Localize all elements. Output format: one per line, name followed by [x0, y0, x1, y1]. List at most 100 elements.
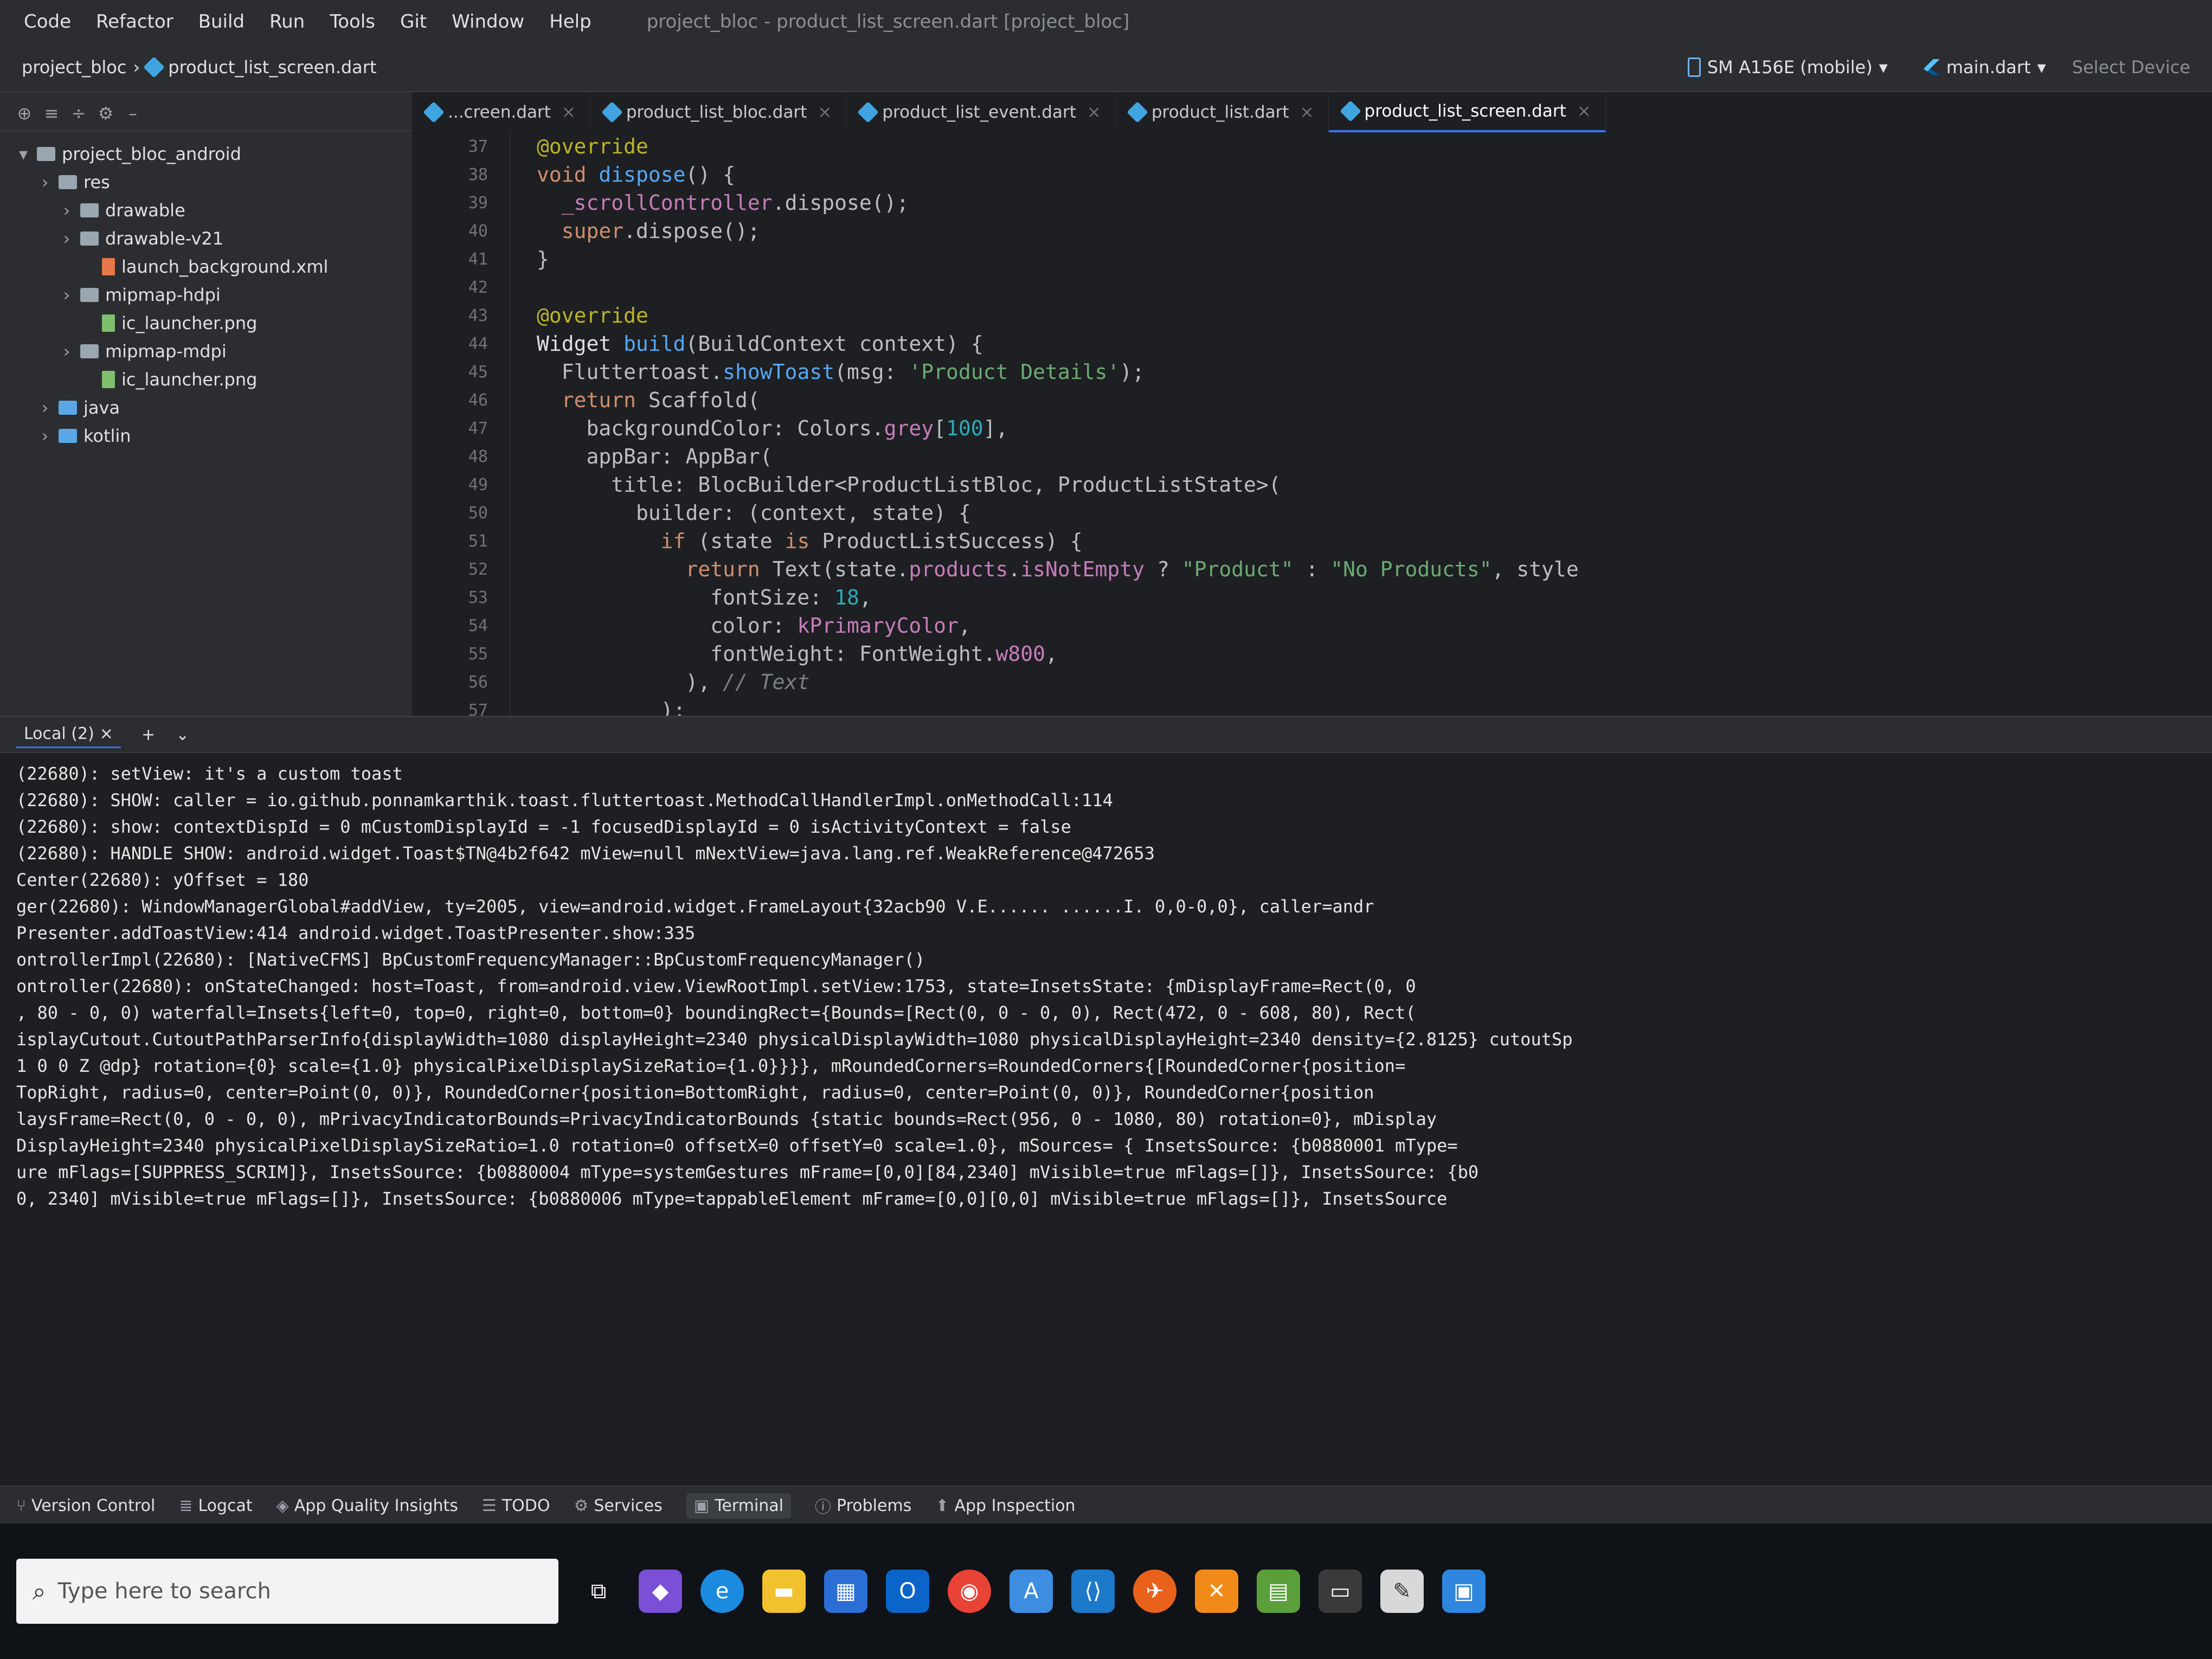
- breadcrumb-file[interactable]: product_list_screen.dart: [168, 57, 376, 78]
- select-device-button[interactable]: Select Device: [2072, 57, 2190, 78]
- tool-window-app-quality-insights[interactable]: ◈ App Quality Insights: [276, 1496, 458, 1515]
- tree-root[interactable]: ▾ project_bloc_android: [0, 140, 412, 168]
- postman-icon[interactable]: ✈: [1133, 1570, 1176, 1613]
- task-view-icon[interactable]: ⧉: [577, 1570, 620, 1613]
- code-token: w800: [995, 642, 1045, 666]
- code-token: "No Products": [1330, 557, 1492, 581]
- close-icon[interactable]: ×: [1087, 102, 1101, 122]
- device-selector[interactable]: SM A156E (mobile) ▾: [1678, 53, 1898, 82]
- terminal-output[interactable]: (22680): setView: it's a custom toast (22…: [0, 753, 2212, 1220]
- close-icon[interactable]: ×: [1577, 101, 1591, 121]
- terminal-line: Presenter.addToastView:414 android.widge…: [16, 923, 696, 943]
- chrome-icon[interactable]: ◉: [948, 1570, 991, 1613]
- close-icon[interactable]: ×: [1300, 102, 1314, 122]
- folder-icon: [59, 429, 77, 443]
- store-icon[interactable]: ▦: [824, 1570, 867, 1613]
- tool-window-problems[interactable]: ⓘ Problems: [815, 1494, 911, 1517]
- tree-item[interactable]: › mipmap-mdpi: [0, 337, 412, 365]
- paint-icon[interactable]: ✎: [1380, 1570, 1424, 1613]
- file-explorer-icon[interactable]: ▬: [762, 1570, 806, 1613]
- dart-file-icon: [601, 101, 623, 123]
- menu-tools[interactable]: Tools: [327, 8, 377, 36]
- expand-all-icon[interactable]: ÷: [70, 103, 87, 124]
- xampp-icon[interactable]: ✕: [1195, 1570, 1238, 1613]
- close-icon[interactable]: ×: [100, 724, 113, 743]
- run-config-selector[interactable]: main.dart ▾: [1914, 53, 2056, 82]
- tool-window-terminal[interactable]: ▣ Terminal: [686, 1493, 792, 1519]
- target-icon[interactable]: ⊕: [16, 103, 33, 124]
- problems-icon: ⓘ: [815, 1498, 832, 1517]
- tool-window-label: Terminal: [715, 1496, 784, 1515]
- tree-item[interactable]: launch_background.xml: [0, 253, 412, 281]
- code-token: 'Product Details': [909, 360, 1120, 384]
- image-file-icon: [102, 314, 115, 332]
- terminal-tab-local[interactable]: Local (2) ×: [16, 721, 121, 748]
- tree-item-label: drawable: [105, 200, 185, 221]
- tool-window-label: Problems: [837, 1496, 912, 1515]
- taskbar-search[interactable]: ⌕ Type here to search: [16, 1559, 558, 1624]
- collapse-all-icon[interactable]: ≡: [43, 103, 60, 124]
- copilot-icon[interactable]: ◆: [639, 1570, 682, 1613]
- code-editor[interactable]: 37 38 39 40 41 42 43 44 45 46 47 48 49 50 51 52 53 54 55 56…: [412, 132, 2212, 750]
- android-studio-icon[interactable]: A: [1009, 1570, 1053, 1613]
- gear-icon[interactable]: ⚙: [98, 103, 114, 124]
- tool-window-app-inspection[interactable]: ⬆ App Inspection: [935, 1496, 1075, 1515]
- vscode-icon[interactable]: ⟨⟩: [1071, 1570, 1115, 1613]
- code-line: appBar: AppBar(: [537, 442, 2212, 471]
- edge-icon[interactable]: e: [700, 1570, 744, 1613]
- code-token: backgroundColor: Colors.: [537, 416, 884, 440]
- windows-taskbar: ⌕ Type here to search ⧉ ◆ e ▬ ▦ O ◉ A ⟨⟩…: [0, 1523, 2212, 1659]
- close-icon[interactable]: ×: [818, 102, 832, 122]
- tree-item[interactable]: › drawable-v21: [0, 224, 412, 253]
- menu-help[interactable]: Help: [547, 8, 594, 36]
- folder-icon: [59, 401, 77, 415]
- tool-window-todo[interactable]: ☰ TODO: [482, 1496, 550, 1515]
- new-terminal-button[interactable]: +: [134, 722, 163, 748]
- notepad-icon[interactable]: ▤: [1257, 1570, 1300, 1613]
- editor-tab[interactable]: product_list.dart ×: [1116, 92, 1329, 132]
- folder-icon: [80, 288, 99, 302]
- code-token: return: [537, 388, 648, 412]
- menu-git[interactable]: Git: [398, 8, 429, 36]
- tree-item[interactable]: › mipmap-hdpi: [0, 281, 412, 309]
- code-token: if: [537, 529, 698, 553]
- code-token: void: [537, 163, 599, 187]
- tree-item[interactable]: › res: [0, 168, 412, 196]
- terminal-line: 1 0 0 Z @dp} rotation={0} scale={1.0} ph…: [16, 1056, 1406, 1076]
- tool-window-version-control[interactable]: ⑂ Version Control: [16, 1496, 155, 1515]
- menu-run[interactable]: Run: [267, 8, 307, 36]
- minimize-icon[interactable]: –: [125, 103, 141, 124]
- menu-build[interactable]: Build: [196, 8, 247, 36]
- menu-code[interactable]: Code: [22, 8, 73, 36]
- tree-item[interactable]: ic_launcher.png: [0, 309, 412, 337]
- editor-tab-bar: ...creen.dart × product_list_bloc.dart × pro…: [412, 92, 2212, 133]
- breadcrumb-project[interactable]: project_bloc: [22, 57, 126, 78]
- menu-window[interactable]: Window: [449, 8, 526, 36]
- editor-tab[interactable]: product_list_event.dart ×: [846, 92, 1116, 132]
- chevron-down-icon[interactable]: ⌄: [176, 725, 189, 744]
- tool-window-logcat[interactable]: ≣ Logcat: [179, 1496, 252, 1515]
- tree-item[interactable]: ic_launcher.png: [0, 365, 412, 394]
- menu-bar: Code Refactor Build Run Tools Git Window Help pr…: [0, 0, 2212, 43]
- editor-tab[interactable]: product_list_bloc.dart ×: [590, 92, 847, 132]
- terminal-line: (22680): SHOW: caller = io.github.ponnam…: [16, 790, 1113, 811]
- app-icon[interactable]: ▣: [1442, 1570, 1486, 1613]
- code-token: ProductListSuccess) {: [822, 529, 1083, 553]
- chevron-right-icon: ›: [63, 200, 70, 221]
- breadcrumb[interactable]: project_bloc › product_list_screen.dart: [22, 56, 376, 78]
- editor-tab[interactable]: ...creen.dart ×: [412, 92, 590, 132]
- close-icon[interactable]: ×: [562, 102, 576, 122]
- terminal-app-icon[interactable]: ▭: [1319, 1570, 1362, 1613]
- editor-tab[interactable]: product_list_screen.dart ×: [1328, 92, 1606, 132]
- chevron-down-icon: ▾: [18, 144, 28, 164]
- outlook-icon[interactable]: O: [886, 1570, 929, 1613]
- code-area[interactable]: @override void dispose() { _scrollControl…: [537, 132, 2212, 753]
- line-number-gutter: 37 38 39 40 41 42 43 44 45 46 47 48 49 50 51 52 53 54 55 56…: [412, 132, 511, 748]
- menu-refactor[interactable]: Refactor: [94, 8, 176, 36]
- tree-item[interactable]: › kotlin: [0, 422, 412, 450]
- code-line: return Text(state. products. isNotEmpty ? …: [537, 555, 2212, 583]
- tool-window-services[interactable]: ⚙ Services: [574, 1496, 662, 1515]
- tree-item[interactable]: › drawable: [0, 196, 412, 224]
- tree-item[interactable]: › java: [0, 394, 412, 422]
- code-token: @override: [537, 134, 648, 158]
